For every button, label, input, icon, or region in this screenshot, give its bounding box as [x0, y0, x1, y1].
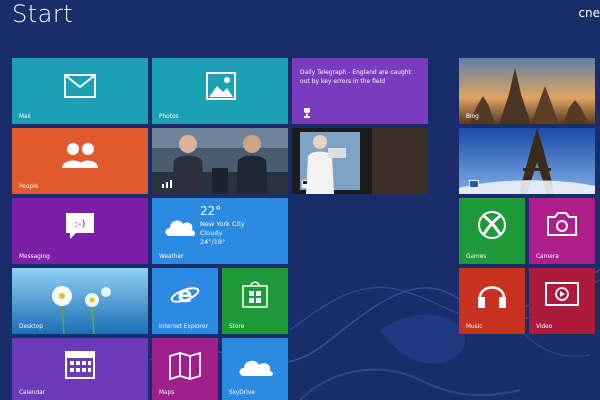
- tile-calendar[interactable]: Calendar: [12, 338, 148, 400]
- messaging-icon: :-): [66, 213, 94, 239]
- tile-weather[interactable]: 22° New York City Cloudy 24°/19° Weather: [152, 198, 288, 264]
- calendar-icon: [65, 351, 95, 379]
- tile-news-photo-2[interactable]: [292, 128, 428, 194]
- weather-temperature: 22°: [200, 204, 222, 218]
- tile-camera[interactable]: Camera: [529, 198, 595, 264]
- bar-chart-icon: [162, 180, 172, 188]
- tile-label: Mail: [19, 114, 31, 120]
- tile-news-headline[interactable]: Daily Telegraph - England are caught out…: [292, 58, 428, 124]
- photos-icon: [206, 72, 236, 100]
- video-player-icon: [545, 282, 579, 306]
- map-icon: [169, 352, 201, 380]
- tile-label: Video: [536, 324, 553, 330]
- tile-desktop[interactable]: Desktop: [12, 268, 148, 334]
- politicians-image: [152, 128, 288, 194]
- svg-text:e: e: [178, 283, 193, 308]
- weather-condition: Cloudy: [200, 229, 223, 237]
- tile-people[interactable]: People: [12, 128, 148, 194]
- camera-icon: [547, 212, 577, 236]
- tile-news-photo-1[interactable]: [152, 128, 288, 194]
- user-name[interactable]: cne: [578, 6, 600, 20]
- tile-internet-explorer[interactable]: e Internet Explorer: [152, 268, 218, 334]
- weather-city: New York City: [200, 220, 245, 228]
- tile-photos[interactable]: Photos: [152, 58, 288, 124]
- tile-video[interactable]: Video: [529, 268, 595, 334]
- tile-label: Calendar: [19, 390, 46, 396]
- mail-icon: [64, 74, 96, 98]
- cloud-icon: [165, 220, 195, 236]
- tile-label: Desktop: [19, 324, 43, 330]
- tile-label: Messaging: [19, 254, 50, 260]
- skydrive-cloud-icon: [239, 360, 273, 376]
- people-icon: [62, 143, 98, 168]
- tile-label: Store: [229, 324, 245, 330]
- tile-label: Photos: [159, 114, 179, 120]
- internet-explorer-icon: e: [170, 283, 200, 308]
- tile-store[interactable]: Store: [222, 268, 288, 334]
- tile-music[interactable]: Music: [459, 268, 525, 334]
- temple-image: [459, 58, 595, 124]
- tile-label: Blog: [466, 114, 479, 120]
- tile-games[interactable]: Games: [459, 198, 525, 264]
- tile-label: People: [19, 184, 39, 190]
- xbox-icon: [478, 211, 506, 239]
- tile-blog[interactable]: Blog: [459, 58, 595, 124]
- tile-label: Internet Explorer: [159, 324, 208, 330]
- tile-messaging[interactable]: :-) Messaging: [12, 198, 148, 264]
- store-bag-icon: [242, 281, 268, 308]
- tile-label: Camera: [536, 254, 559, 260]
- photo-badge-icon: [469, 180, 479, 188]
- eiffel-tower-image: [459, 128, 595, 194]
- page-title: Start: [12, 0, 74, 28]
- tile-maps[interactable]: Maps: [152, 338, 218, 400]
- tile-label: Games: [466, 254, 487, 260]
- tile-label: Music: [466, 324, 483, 330]
- tile-label: SkyDrive: [229, 390, 255, 396]
- speaker-image: [292, 128, 428, 194]
- news-headline-text: Daily Telegraph - England are caught out…: [300, 69, 411, 85]
- tile-mail[interactable]: Mail: [12, 58, 148, 124]
- tile-label: Maps: [159, 390, 175, 396]
- headphones-icon: [478, 286, 506, 308]
- tile-photo-eiffel[interactable]: [459, 128, 595, 194]
- tile-skydrive[interactable]: SkyDrive: [222, 338, 288, 400]
- weather-range: 24°/19°: [200, 238, 226, 246]
- news-icon: [302, 180, 312, 188]
- tile-label: Weather: [159, 254, 184, 260]
- svg-text::-): :-): [75, 219, 86, 230]
- trophy-icon: [304, 108, 310, 118]
